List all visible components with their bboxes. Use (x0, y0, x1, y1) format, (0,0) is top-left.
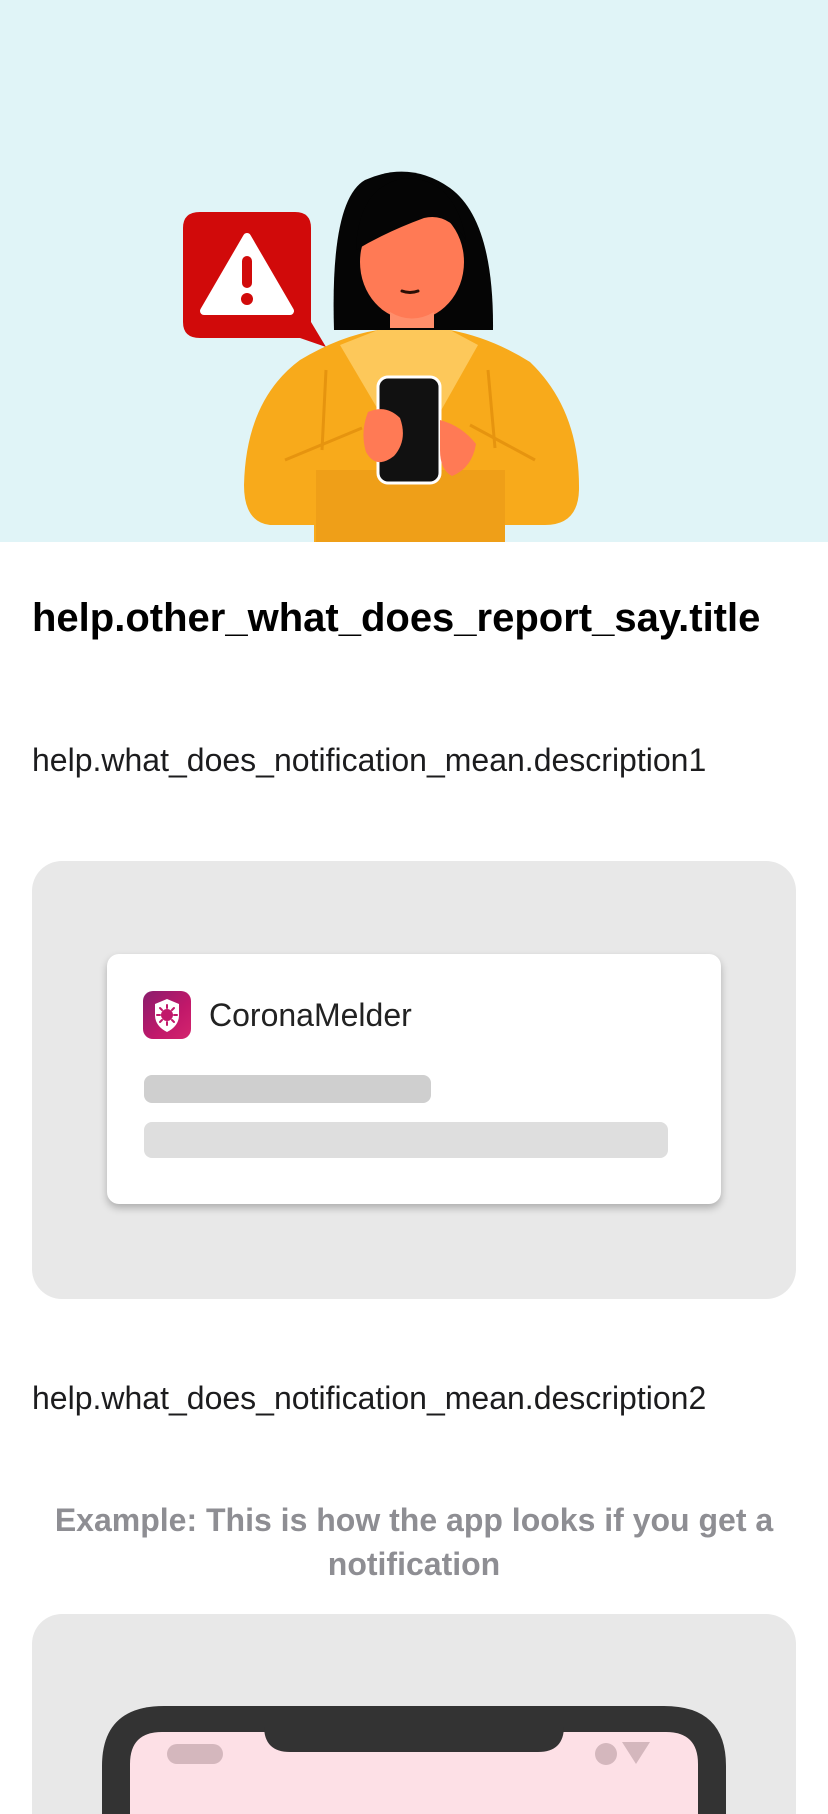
warning-icon (183, 212, 326, 347)
hero-illustration (0, 0, 828, 542)
description-2: help.what_does_notification_mean.descrip… (32, 1380, 707, 1416)
phone-preview-panel (32, 1614, 796, 1814)
app-name: CoronaMelder (209, 997, 412, 1033)
woman-with-phone-alert-illustration (183, 171, 580, 542)
description-1: help.what_does_notification_mean.descrip… (32, 742, 707, 778)
placeholder-line-short (144, 1075, 431, 1103)
example-caption: Example: This is how the app looks if yo… (54, 1502, 774, 1582)
notification-card: CoronaMelder (107, 954, 721, 1204)
phone-mockup-icon (102, 1706, 726, 1814)
page-title: help.other_what_does_report_say.title (32, 596, 761, 640)
coronamelder-shield-icon (143, 991, 191, 1039)
placeholder-line-long (144, 1122, 668, 1158)
